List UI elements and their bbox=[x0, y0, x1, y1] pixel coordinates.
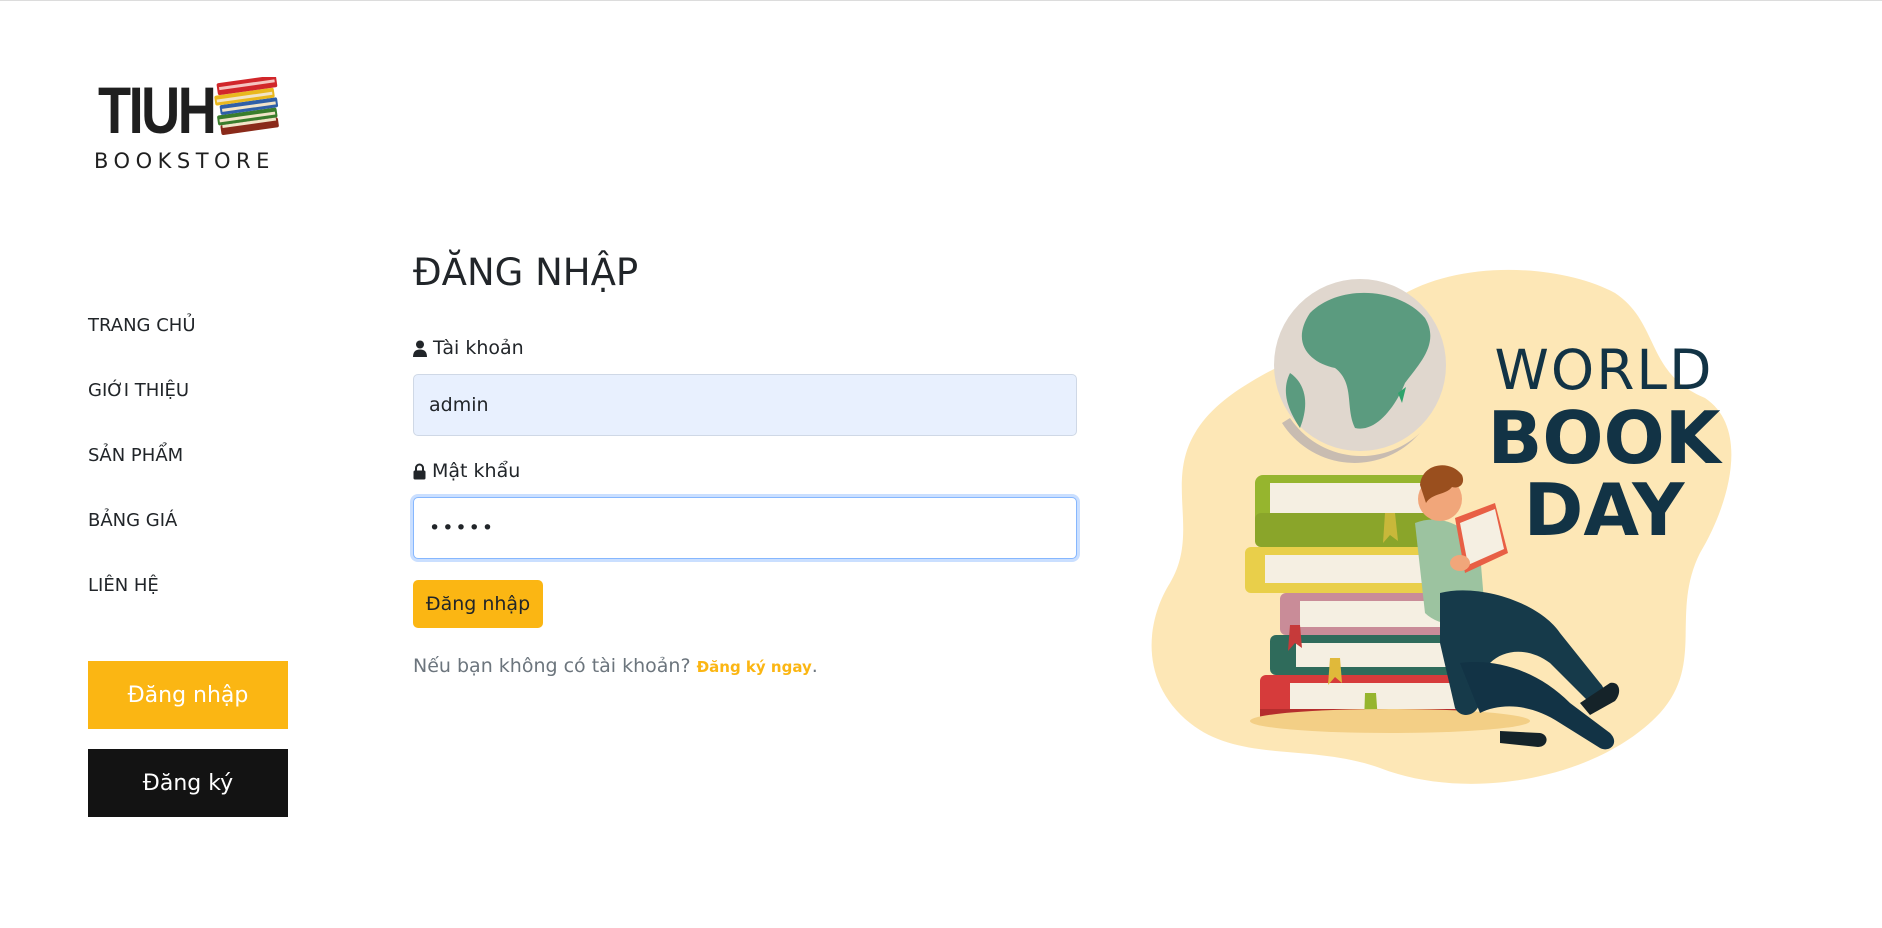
login-form: ĐĂNG NHẬP Tài khoản Mật khẩu Đăng nhập N… bbox=[413, 251, 1077, 677]
username-label-text: Tài khoản bbox=[433, 337, 524, 359]
world-book-day-illustration: WORLD BOOK DAY bbox=[1140, 263, 1740, 803]
logo[interactable]: TIUH BOOKSTORE bbox=[92, 75, 302, 175]
register-now-link[interactable]: Đăng ký ngay bbox=[697, 658, 812, 676]
sidebar-register-button[interactable]: Đăng ký bbox=[88, 749, 288, 817]
login-submit-button[interactable]: Đăng nhập bbox=[413, 580, 543, 628]
nav-item-san-pham[interactable]: SẢN PHẨM bbox=[88, 445, 196, 510]
nav-item-trang-chu[interactable]: TRANG CHỦ bbox=[88, 315, 196, 380]
sidebar-login-button[interactable]: Đăng nhập bbox=[88, 661, 288, 729]
logo-subtitle: BOOKSTORE bbox=[94, 149, 275, 173]
password-label: Mật khẩu bbox=[413, 460, 520, 482]
world-book-day-line3: DAY bbox=[1523, 468, 1685, 552]
world-book-day-heading: WORLD BOOK DAY bbox=[1474, 338, 1734, 552]
username-label: Tài khoản bbox=[413, 337, 524, 359]
register-prompt-suffix: . bbox=[811, 655, 818, 677]
password-input[interactable] bbox=[413, 497, 1077, 559]
nav-item-lien-he[interactable]: LIÊN HỆ bbox=[88, 575, 196, 640]
lock-icon bbox=[413, 463, 426, 479]
register-prompt: Nếu bạn không có tài khoản? Đăng ký ngay… bbox=[413, 655, 818, 677]
nav-item-bang-gia[interactable]: BẢNG GIÁ bbox=[88, 510, 196, 575]
user-icon bbox=[413, 340, 427, 357]
register-prompt-text: Nếu bạn không có tài khoản? bbox=[413, 655, 691, 677]
world-book-day-line2: BOOK bbox=[1487, 396, 1721, 480]
username-input[interactable] bbox=[413, 374, 1077, 436]
logo-wordmark: TIUH bbox=[98, 73, 217, 147]
world-book-day-line1: WORLD bbox=[1494, 338, 1714, 402]
page-title: ĐĂNG NHẬP bbox=[413, 251, 639, 294]
book-stack-icon bbox=[214, 77, 279, 135]
sidebar-nav: TRANG CHỦ GIỚI THIỆU SẢN PHẨM BẢNG GIÁ L… bbox=[88, 315, 196, 640]
password-label-text: Mật khẩu bbox=[432, 460, 521, 482]
nav-item-gioi-thieu[interactable]: GIỚI THIỆU bbox=[88, 380, 196, 445]
